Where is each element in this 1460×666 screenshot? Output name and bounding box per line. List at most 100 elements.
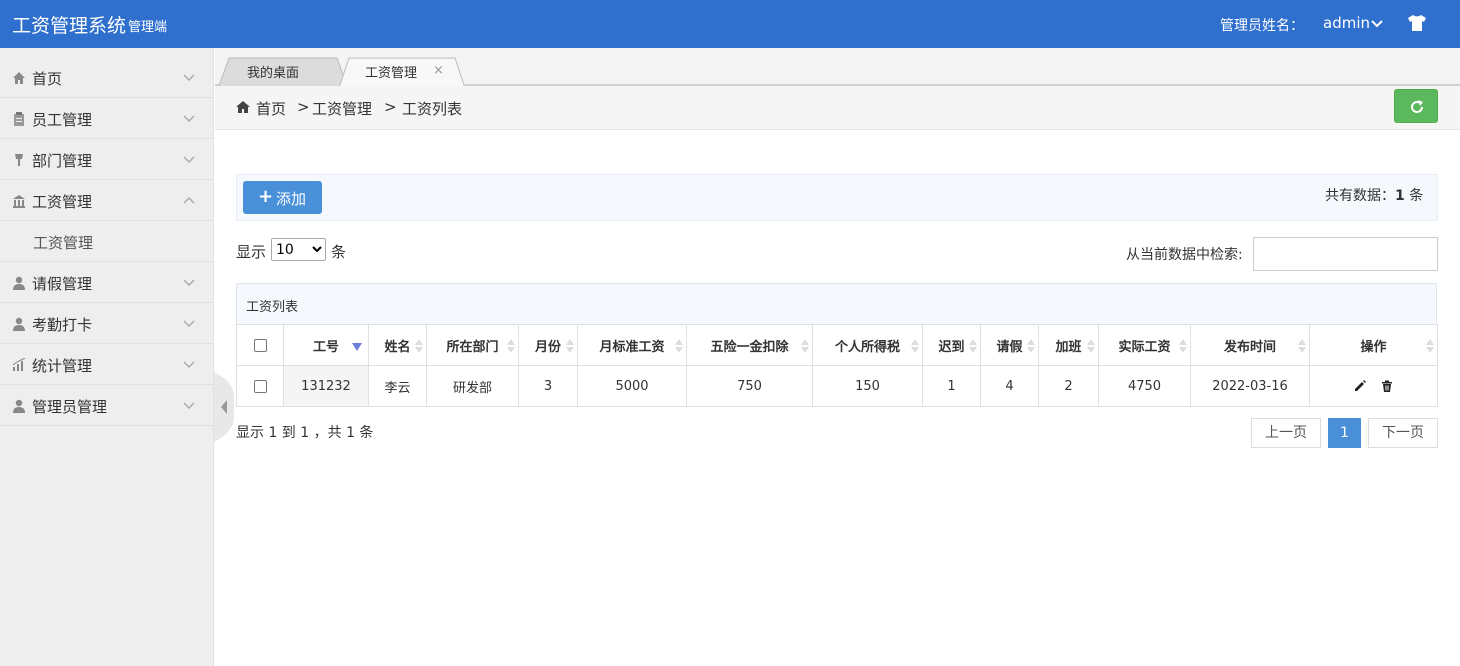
pin-icon [15,154,23,166]
row-checkbox[interactable] [253,379,267,393]
column-label: 五险一金扣除 [710,339,789,355]
prev-page-button[interactable]: 上一页 [1251,418,1321,448]
total-suffix: 条 [1409,188,1424,204]
sort-icon [801,339,809,353]
sort-desc-icon [352,343,362,351]
add-button[interactable]: + 添加 [243,181,322,214]
select-all-cell[interactable] [236,324,284,366]
column-label: 工号 [312,339,339,355]
next-page-button[interactable]: 下一页 [1368,418,1438,448]
chevron-down-icon [183,74,195,82]
column-label: 迟到 [938,339,965,355]
sidebar-item-label: 请假管理 [32,275,93,293]
shirt-icon[interactable] [1407,14,1427,32]
cell-name: 李云 [368,365,427,407]
search-label: 从当前数据中检索: [1126,247,1243,263]
sidebar-item-label: 考勤打卡 [32,316,93,334]
add-button-label: 添加 [276,190,307,208]
chevron-down-icon [183,156,195,164]
sidebar-item-leave[interactable]: 请假管理 [0,262,214,303]
column-header[interactable]: 请假 [980,324,1039,366]
breadcrumb-current: 工资列表 [402,100,463,118]
total-number: 1 [1395,188,1405,204]
sidebar-item-home[interactable]: 首页 [0,57,214,98]
sort-icon [1027,339,1035,353]
bar-chart-icon [12,358,26,371]
column-header[interactable]: 实际工资 [1098,324,1191,366]
cell-actual-salary: 4750 [1098,365,1191,407]
clipboard-icon [14,112,24,126]
breadcrumb-separator: > [384,98,397,116]
column-label: 请假 [996,339,1023,355]
refresh-icon [1411,100,1424,113]
chevron-up-icon [183,196,195,204]
page-1-button[interactable]: 1 [1328,418,1361,448]
sidebar-item-label: 部门管理 [32,152,93,170]
cell-employee-id: 131232 [283,365,369,407]
tab-salary-management[interactable]: 工资管理 × [339,57,467,88]
cell-month: 3 [518,365,578,407]
length-suffix: 条 [331,243,347,261]
sidebar-item-label: 统计管理 [32,357,93,375]
plus-icon: + [258,186,274,207]
page-length-select[interactable]: 10 [271,238,326,261]
sort-icon [1179,339,1187,353]
sidebar-item-label: 工资管理 [32,193,93,211]
edit-icon[interactable] [1354,380,1367,392]
chevron-down-icon[interactable] [1370,19,1384,29]
column-header[interactable]: 姓名 [368,324,427,366]
cell-overtime: 2 [1038,365,1099,407]
column-label: 加班 [1055,339,1082,355]
column-header[interactable]: 迟到 [922,324,981,366]
close-icon[interactable]: × [433,63,444,78]
breadcrumb-salary[interactable]: 工资管理 [312,98,372,119]
trash-icon[interactable] [1381,380,1393,392]
row-select-cell[interactable] [236,365,284,407]
column-header[interactable]: 所在部门 [426,324,519,366]
chevron-down-icon [183,361,195,369]
cell-standard-salary: 5000 [577,365,687,407]
breadcrumb-separator: > [297,98,310,116]
cell-late: 1 [922,365,981,407]
chevron-down-icon [183,115,195,123]
sidebar-collapse-handle[interactable] [214,372,234,442]
user-icon [13,399,25,413]
sidebar-item-statistics[interactable]: 统计管理 [0,344,214,385]
column-header[interactable]: 发布时间 [1190,324,1310,366]
chevron-down-icon [183,320,195,328]
sidebar-subitem-salary[interactable]: 工资管理 [0,221,214,262]
home-icon [13,72,25,84]
admin-menu[interactable]: admin [1323,14,1370,32]
sidebar-item-departments[interactable]: 部门管理 [0,139,214,180]
toolbar [236,174,1438,221]
column-label: 所在部门 [446,339,499,355]
column-header[interactable]: 加班 [1038,324,1099,366]
tab-bar: 我的桌面 工资管理 × [215,48,1460,88]
sidebar-item-attendance[interactable]: 考勤打卡 [0,303,214,344]
column-header[interactable]: 月标准工资 [577,324,687,366]
tab-my-desktop[interactable]: 我的桌面 [219,57,347,86]
total-count: 共有数据：1 条 [1325,185,1423,205]
column-label: 月份 [534,339,561,355]
home-icon [236,101,250,113]
select-all-checkbox[interactable] [253,338,267,352]
column-label: 姓名 [384,339,411,355]
column-header[interactable]: 月份 [518,324,578,366]
search-input[interactable] [1253,237,1438,271]
column-label: 操作 [1360,339,1387,355]
column-header[interactable]: 操作 [1309,324,1438,366]
column-header[interactable]: 五险一金扣除 [686,324,813,366]
table-header-row: 工号 姓名 所在部门 月份 月标准工资 五险一金扣除 个人所得税 迟到 请假 加… [236,324,1438,366]
table-title: 工资列表 [246,300,299,315]
sidebar-item-salary[interactable]: 工资管理 [0,180,214,221]
sidebar-item-admins[interactable]: 管理员管理 [0,385,214,426]
column-header[interactable]: 工号 [283,324,369,366]
column-label: 实际工资 [1118,339,1171,355]
user-icon [13,276,25,290]
column-label: 月标准工资 [599,339,665,355]
breadcrumb-home[interactable]: 首页 [256,98,286,119]
sidebar-item-employees[interactable]: 员工管理 [0,98,214,139]
column-header[interactable]: 个人所得税 [812,324,923,366]
refresh-button[interactable] [1394,89,1438,123]
table-info: 显示 1 到 1 ，共 1 条 [236,425,374,441]
